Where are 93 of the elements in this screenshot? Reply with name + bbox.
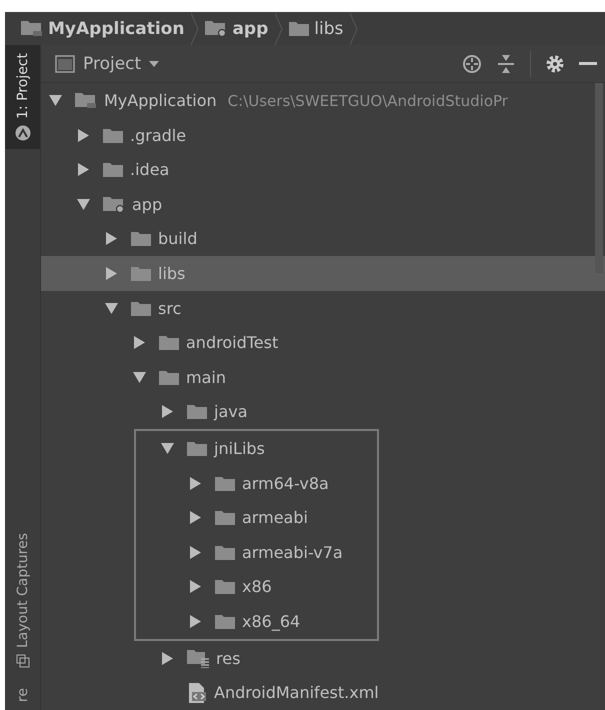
folder-icon bbox=[159, 370, 179, 385]
tree-row[interactable]: jniLibs bbox=[136, 431, 377, 466]
collapse-all-icon[interactable] bbox=[496, 54, 516, 74]
project-view-dropdown[interactable]: Project bbox=[41, 54, 160, 74]
chevron-separator-icon bbox=[191, 12, 200, 44]
caret-icon bbox=[149, 60, 160, 67]
project-folder-icon bbox=[75, 92, 97, 110]
folder-icon bbox=[131, 300, 151, 316]
tree-row[interactable]: .idea bbox=[41, 152, 605, 188]
folder-icon bbox=[215, 544, 235, 560]
breadcrumb-item[interactable]: libs bbox=[289, 12, 358, 44]
folder-icon bbox=[215, 614, 235, 630]
collapsed-arrow-icon[interactable] bbox=[189, 615, 202, 628]
tree-row[interactable]: src bbox=[41, 290, 605, 326]
side-tab[interactable]: 1: Project bbox=[5, 45, 40, 149]
folder-icon bbox=[131, 266, 151, 282]
captures-icon bbox=[16, 654, 30, 668]
tree-item-label: jniLibs bbox=[214, 439, 265, 458]
resource-folder-icon bbox=[187, 648, 209, 668]
xml-file-icon bbox=[187, 682, 207, 704]
android-icon bbox=[14, 124, 30, 141]
collapsed-arrow-icon[interactable] bbox=[105, 267, 118, 280]
tree-item-label: x86_64 bbox=[242, 612, 300, 632]
tree-row[interactable]: app bbox=[41, 187, 605, 222]
tree-row[interactable]: .gradle bbox=[41, 118, 605, 152]
folder-icon bbox=[131, 231, 151, 246]
side-tab[interactable]: Layout Captures bbox=[5, 524, 40, 680]
tree-row[interactable]: x86 bbox=[136, 570, 377, 604]
folder-icon bbox=[289, 21, 310, 36]
locate-icon[interactable] bbox=[462, 54, 482, 74]
folder-icon bbox=[187, 404, 207, 420]
folder-icon bbox=[159, 335, 179, 350]
tree-row[interactable]: x86_64 bbox=[136, 604, 377, 639]
tree-row[interactable]: MyApplication C:\Users\SWEETGUO\AndroidStudioPr bbox=[41, 83, 605, 118]
tree-row[interactable]: build bbox=[41, 222, 605, 256]
folder-icon bbox=[215, 579, 235, 594]
tree-row[interactable]: java bbox=[41, 394, 605, 430]
tree-row[interactable]: main bbox=[41, 360, 605, 395]
expanded-arrow-icon[interactable] bbox=[133, 370, 146, 384]
tree-item-label: armeabi bbox=[242, 508, 308, 528]
module-folder-icon bbox=[103, 196, 125, 213]
settings-icon[interactable] bbox=[545, 54, 565, 74]
tree-item-label: java bbox=[214, 402, 248, 422]
tree-item-label: libs bbox=[158, 264, 186, 284]
module-folder-icon bbox=[205, 20, 228, 37]
tree-row[interactable]: res bbox=[41, 640, 605, 676]
tree-item-label: armeabi-v7a bbox=[242, 542, 343, 562]
window-icon bbox=[55, 54, 75, 73]
tree-item-label: main bbox=[186, 368, 226, 387]
collapsed-arrow-icon[interactable] bbox=[161, 652, 174, 665]
chevron-separator-icon bbox=[350, 12, 358, 44]
scrollbar[interactable] bbox=[595, 83, 603, 274]
tree-item-label: AndroidManifest.xml bbox=[214, 683, 379, 702]
collapsed-arrow-icon[interactable] bbox=[105, 232, 118, 246]
expanded-arrow-icon[interactable] bbox=[77, 198, 90, 211]
breadcrumb-item[interactable]: MyApplication bbox=[21, 12, 200, 44]
tree-item-label: .gradle bbox=[130, 126, 186, 145]
collapsed-arrow-icon[interactable] bbox=[133, 336, 146, 350]
expanded-arrow-icon[interactable] bbox=[161, 442, 174, 456]
collapsed-arrow-icon[interactable] bbox=[189, 580, 202, 594]
folder-icon bbox=[215, 476, 235, 491]
tree-item-label: res bbox=[216, 648, 240, 668]
expanded-arrow-icon[interactable] bbox=[49, 94, 62, 108]
project-folder-icon bbox=[21, 20, 43, 37]
tree-item-label: MyApplication bbox=[104, 91, 217, 110]
folder-icon bbox=[187, 441, 207, 456]
tree-item-label: app bbox=[132, 194, 162, 214]
chevron-separator-icon bbox=[275, 12, 284, 44]
tree-row[interactable]: armeabi-v7a bbox=[136, 535, 377, 570]
tree-item-label: .idea bbox=[130, 160, 170, 180]
collapsed-arrow-icon[interactable] bbox=[161, 405, 174, 418]
folder-icon bbox=[103, 128, 123, 143]
collapsed-arrow-icon[interactable] bbox=[189, 476, 202, 490]
tree-item-label: src bbox=[158, 298, 182, 318]
tree-row[interactable]: arm64-v8a bbox=[136, 466, 377, 500]
tree-item-label: arm64-v8a bbox=[242, 474, 329, 493]
tree-row[interactable]: armeabi bbox=[136, 500, 377, 536]
expanded-arrow-icon[interactable] bbox=[105, 302, 118, 315]
collapsed-arrow-icon[interactable] bbox=[77, 128, 90, 142]
tree-item-label: x86 bbox=[242, 577, 272, 596]
collapsed-arrow-icon[interactable] bbox=[189, 511, 202, 524]
collapsed-arrow-icon[interactable] bbox=[189, 546, 202, 559]
side-tab[interactable]: re bbox=[5, 680, 40, 710]
collapsed-arrow-icon[interactable] bbox=[77, 163, 90, 176]
folder-icon bbox=[215, 510, 235, 526]
tree-row[interactable]: AndroidManifest.xml bbox=[41, 675, 605, 710]
tree-item-label: build bbox=[158, 229, 198, 248]
folder-icon bbox=[103, 162, 123, 178]
project-path: C:\Users\SWEETGUO\AndroidStudioPr bbox=[228, 92, 508, 110]
tree-item-label: androidTest bbox=[186, 333, 278, 352]
tree-row[interactable]: androidTest bbox=[41, 325, 605, 360]
minimize-icon[interactable] bbox=[579, 62, 597, 66]
tree-row[interactable]: libs bbox=[41, 256, 605, 291]
